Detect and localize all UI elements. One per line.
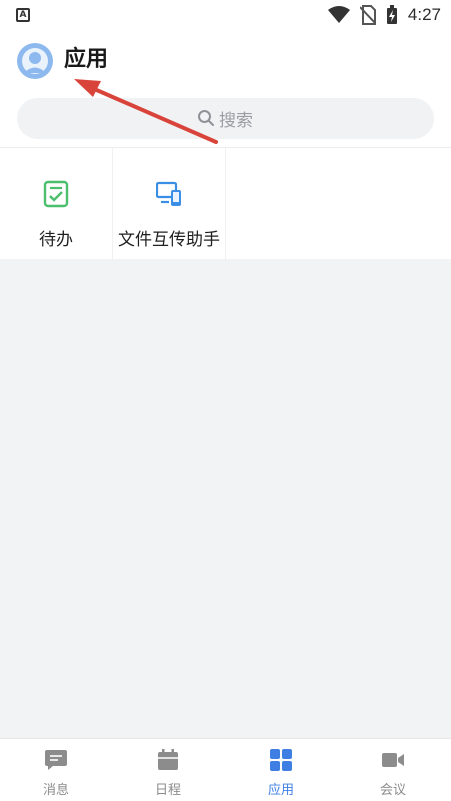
calendar-icon [158, 749, 178, 770]
header: 应用 [0, 40, 451, 84]
app-grid: 待办 文件互传助手 [0, 147, 451, 260]
search-bar[interactable]: 搜索 [17, 98, 434, 139]
todo-icon [43, 180, 69, 208]
chat-bubble-icon [45, 750, 67, 770]
tab-schedule[interactable]: 日程 [112, 739, 224, 801]
clock: 4:27 [407, 5, 441, 24]
status-bar: A 4:27 [0, 0, 451, 30]
app-todo[interactable]: 待办 [0, 148, 113, 260]
search-content: 搜索 [197, 107, 253, 131]
bottom-tab-bar: 消息 日程 应用 会议 [0, 738, 451, 801]
user-avatar-icon [22, 48, 48, 74]
tab-label: 日程 [154, 783, 181, 798]
tab-messages[interactable]: 消息 [0, 739, 112, 801]
status-icons: 4:27 [327, 5, 441, 25]
page-title: 应用 [64, 47, 109, 72]
tab-label: 会议 [379, 783, 406, 798]
file-transfer-icon [156, 181, 181, 206]
video-camera-icon [382, 753, 404, 767]
tab-meetings[interactable]: 会议 [337, 739, 449, 801]
app-label: 待办 [39, 230, 73, 250]
wifi-icon [327, 6, 350, 23]
notification-app-icon: A [16, 8, 30, 22]
search-placeholder: 搜索 [219, 110, 253, 131]
apps-grid-icon [270, 749, 292, 771]
app-label: 文件互传助手 [118, 230, 220, 250]
search-icon [198, 110, 214, 126]
battery-charging-icon [386, 5, 397, 24]
app-file-transfer[interactable]: 文件互传助手 [113, 148, 226, 260]
no-sim-icon [359, 5, 376, 25]
tab-apps[interactable]: 应用 [225, 739, 337, 801]
avatar[interactable] [17, 43, 53, 79]
tab-label: 应用 [267, 783, 294, 798]
tab-label: 消息 [42, 783, 69, 798]
